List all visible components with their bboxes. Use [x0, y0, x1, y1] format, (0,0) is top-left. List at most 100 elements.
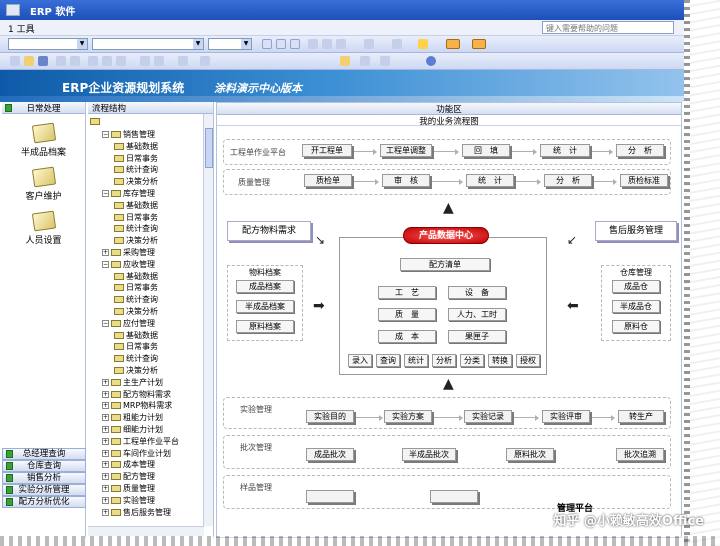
- action-button[interactable]: 分析: [432, 354, 456, 367]
- menu-tools[interactable]: 1 工具: [8, 25, 35, 35]
- line-color-icon[interactable]: [472, 39, 486, 49]
- expand-icon[interactable]: +: [102, 249, 109, 256]
- expand-icon[interactable]: +: [102, 378, 109, 386]
- fill-color-icon[interactable]: [446, 39, 460, 49]
- tree-subitem[interactable]: 基础数据: [114, 330, 158, 341]
- tree-item[interactable]: − 应收管理: [102, 259, 155, 270]
- flow-step-button[interactable]: 半成品批次: [402, 448, 456, 461]
- tree-subitem[interactable]: 基础数据: [114, 141, 158, 152]
- align-left-icon[interactable]: [308, 39, 318, 49]
- flow-step-button[interactable]: 审 核: [382, 174, 430, 187]
- archive-button[interactable]: 半成品档案: [236, 300, 294, 313]
- underline-icon[interactable]: [290, 39, 300, 49]
- formula-material-box[interactable]: 配方物料需求: [227, 221, 311, 241]
- expand-icon[interactable]: +: [102, 496, 109, 504]
- flow-step-button[interactable]: 开工程单: [302, 144, 352, 157]
- flow-step-button[interactable]: 分 析: [616, 144, 664, 157]
- paste-icon[interactable]: [116, 56, 126, 66]
- collapse-icon[interactable]: −: [102, 260, 109, 268]
- flow-step-button[interactable]: 成品批次: [306, 448, 354, 461]
- collapse-icon[interactable]: −: [102, 190, 109, 197]
- data-center-button[interactable]: 成 本: [378, 330, 436, 343]
- tree-root[interactable]: [90, 116, 102, 127]
- tree-item[interactable]: − 应付管理: [102, 318, 155, 329]
- tree-subitem[interactable]: 决策分析: [114, 176, 158, 187]
- tree-item[interactable]: − 销售管理: [102, 129, 155, 140]
- flow-step-button[interactable]: 实验方案: [384, 410, 432, 423]
- tree-item[interactable]: + 配方管理: [102, 471, 155, 482]
- tree-item[interactable]: + 质量管理: [102, 483, 155, 494]
- expand-icon[interactable]: +: [102, 437, 109, 445]
- tree-hscrollbar[interactable]: [88, 526, 204, 536]
- action-button[interactable]: 统计: [404, 354, 428, 367]
- tree-item[interactable]: + 成本管理: [102, 459, 155, 470]
- drawing-icon[interactable]: [380, 56, 390, 66]
- tree-item[interactable]: + MRP物料需求: [102, 400, 172, 411]
- data-center-button[interactable]: 设 备: [448, 286, 506, 299]
- expand-icon[interactable]: +: [102, 414, 109, 422]
- action-button[interactable]: 查询: [376, 354, 400, 367]
- tree-subitem[interactable]: 基础数据: [114, 200, 158, 211]
- data-center-button[interactable]: 果匣子: [448, 330, 506, 343]
- tree-subitem[interactable]: 决策分析: [114, 306, 158, 317]
- tree-subitem[interactable]: 统计查询: [114, 223, 158, 234]
- expand-icon[interactable]: +: [102, 390, 109, 398]
- tree-subitem[interactable]: 日常事务: [114, 282, 158, 293]
- link-icon[interactable]: [178, 56, 188, 66]
- font-combo[interactable]: ▼: [92, 38, 204, 50]
- flow-step-button[interactable]: 质检单: [304, 174, 352, 187]
- tree-subitem[interactable]: 基础数据: [114, 271, 158, 282]
- shortcut-staff[interactable]: 人员设置: [2, 210, 85, 246]
- tree-item[interactable]: + 车间作业计划: [102, 448, 171, 459]
- flow-step-button[interactable]: 分 析: [544, 174, 592, 187]
- print-icon[interactable]: [56, 56, 66, 66]
- tree-item[interactable]: + 细能力计划: [102, 424, 163, 435]
- expand-icon[interactable]: +: [102, 473, 109, 481]
- archive-button[interactable]: 原料档案: [236, 320, 294, 333]
- tree-item[interactable]: + 配方物料需求: [102, 389, 171, 400]
- expand-icon[interactable]: +: [102, 402, 109, 410]
- tree-item[interactable]: + 主生产计划: [102, 377, 163, 388]
- flow-step-button[interactable]: 质检标准: [620, 174, 668, 187]
- scroll-thumb[interactable]: [205, 128, 213, 168]
- new-file-icon[interactable]: [10, 56, 20, 66]
- nav-warehouse-query[interactable]: 仓库查询: [2, 460, 86, 472]
- formula-list-button[interactable]: 配方清单: [400, 258, 490, 271]
- flow-step-button[interactable]: 工程单调整: [380, 144, 432, 157]
- help-search-input[interactable]: 键入需要帮助的问题: [542, 21, 674, 34]
- align-right-icon[interactable]: [336, 39, 346, 49]
- collapse-icon[interactable]: −: [102, 131, 109, 138]
- font-color-icon[interactable]: [392, 39, 402, 49]
- copy-icon[interactable]: [102, 56, 112, 66]
- tree-item[interactable]: + 实验管理: [102, 495, 155, 506]
- action-button[interactable]: 授权: [516, 354, 540, 367]
- tree-item[interactable]: − 库存管理: [102, 188, 155, 199]
- data-center-button[interactable]: 人力、工时: [448, 308, 506, 321]
- expand-icon[interactable]: +: [102, 508, 109, 516]
- expand-icon[interactable]: +: [102, 426, 109, 433]
- chart-icon[interactable]: [360, 56, 370, 66]
- style-combo[interactable]: ▼: [8, 38, 88, 50]
- action-button[interactable]: 录入: [348, 354, 372, 367]
- flow-step-button[interactable]: 实验评审: [542, 410, 590, 423]
- tree-subitem[interactable]: 统计查询: [114, 294, 158, 305]
- expand-icon[interactable]: +: [102, 461, 109, 469]
- flow-step-button[interactable]: 实验记录: [464, 410, 512, 423]
- warehouse-button[interactable]: 原料仓: [612, 320, 660, 333]
- highlight-icon[interactable]: [418, 39, 428, 49]
- action-button[interactable]: 分类: [460, 354, 484, 367]
- flow-step-button[interactable]: 批次追溯: [616, 448, 664, 461]
- flow-step-button[interactable]: 实验目的: [306, 410, 354, 423]
- nav-gm-query[interactable]: 总经理查询: [2, 448, 86, 460]
- flow-step-button[interactable]: 统 计: [540, 144, 590, 157]
- flow-step-button[interactable]: 转生产: [618, 410, 664, 423]
- tree-subitem[interactable]: 决策分析: [114, 235, 158, 246]
- shortcut-semi-product[interactable]: 半成品档案: [2, 122, 85, 158]
- warehouse-button[interactable]: 半成品仓: [612, 300, 660, 313]
- tree-item[interactable]: + 工程单作业平台: [102, 436, 179, 447]
- align-center-icon[interactable]: [322, 39, 332, 49]
- data-center-button[interactable]: 质 量: [378, 308, 436, 321]
- tree-subitem[interactable]: 统计查询: [114, 164, 158, 175]
- tree-item[interactable]: + 粗能力计划: [102, 412, 163, 423]
- cut-icon[interactable]: [88, 56, 98, 66]
